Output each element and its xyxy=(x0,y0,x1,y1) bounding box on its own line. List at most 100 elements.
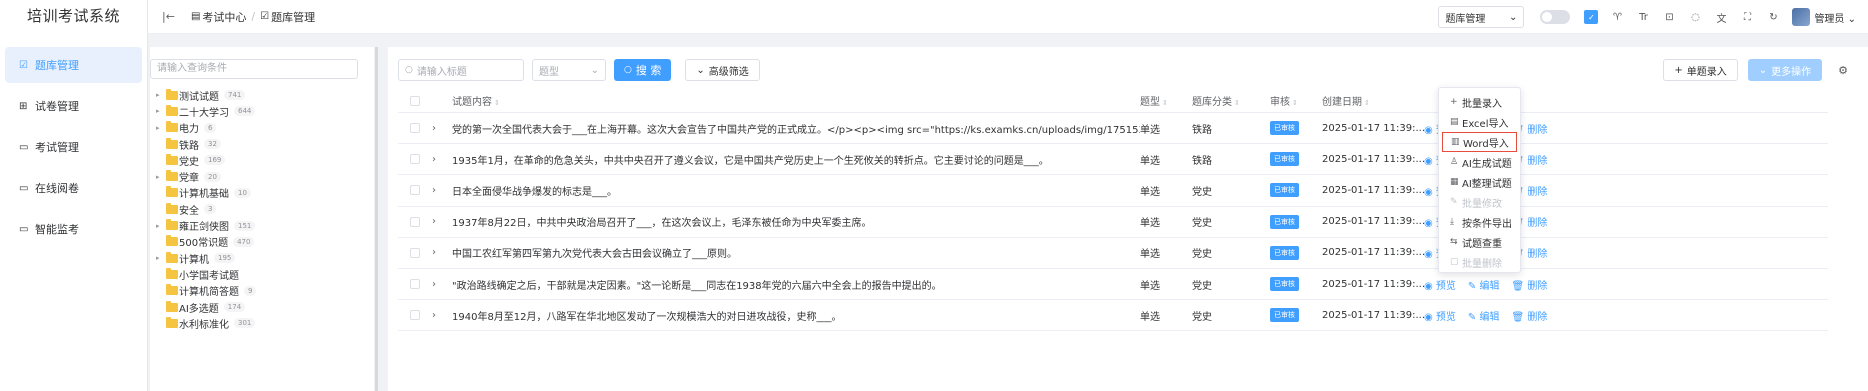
tree-node-label: 二十大学习 xyxy=(179,107,229,119)
row-audit-cell: 已审核 xyxy=(1270,245,1322,260)
tree-node[interactable]: 计算机基础 10 xyxy=(156,185,256,201)
table-row[interactable]: › "政治路线确定之后，干部就是决定因素。"这一论断是___同志在1938年党的六… xyxy=(398,269,1828,301)
expand-row-icon[interactable]: › xyxy=(432,154,452,165)
row-type: 单选 xyxy=(1140,280,1160,292)
row-checkbox[interactable] xyxy=(410,154,420,165)
table-row[interactable]: › 日本全面侵华战争爆发的标志是___。 单选 党史 已审核 2025-01-17 11:… xyxy=(398,175,1828,207)
sidebar-item-paper[interactable]: ⊞ 试卷管理 xyxy=(5,88,142,124)
tree-node[interactable]: ▸ 党章 20 xyxy=(156,168,256,184)
expand-row-icon[interactable]: › xyxy=(432,185,452,196)
row-checkbox[interactable] xyxy=(410,185,420,196)
caret-right-icon[interactable]: ▸ xyxy=(156,107,166,115)
row-checkbox[interactable] xyxy=(410,123,420,134)
dropdown-item[interactable]: ▦ AI整理试题 xyxy=(1442,172,1517,192)
collapse-sidebar-icon[interactable]: |← xyxy=(162,10,175,23)
tree-node[interactable]: AI多选题 174 xyxy=(156,299,256,315)
tree-node-label: 500常识题 xyxy=(179,238,229,250)
user-name[interactable]: 管理员 ⌄ xyxy=(1814,10,1856,25)
dropdown-item[interactable]: + 批量录入 xyxy=(1442,92,1517,112)
bell-icon[interactable]: ◌ xyxy=(1688,10,1702,24)
table-row[interactable]: › 1940年8月至12月，八路军在华北地区发动了一次规模浩大的对日进攻战役，史称… xyxy=(398,300,1828,332)
tree-node[interactable]: 党史 169 xyxy=(156,152,256,168)
preview-button[interactable]: ◉ 预览 xyxy=(1424,308,1462,323)
tree-node[interactable]: 安全 3 xyxy=(156,201,256,217)
expand-row-icon[interactable]: › xyxy=(432,279,452,290)
row-checkbox[interactable] xyxy=(410,310,420,321)
tree-node-count: 741 xyxy=(224,90,246,101)
row-checkbox[interactable] xyxy=(410,247,420,258)
row-checkbox[interactable] xyxy=(410,216,420,227)
expand-row-icon[interactable]: › xyxy=(432,310,452,321)
select-all-checkbox[interactable] xyxy=(410,95,420,106)
breadcrumb-item[interactable]: 考试中心 xyxy=(202,9,246,25)
sidebar-item-proctor[interactable]: ▭ 智能监考 xyxy=(5,211,142,247)
tree-node[interactable]: 水利标准化 301 xyxy=(156,315,256,331)
more-actions-button[interactable]: ⌄ 更多操作 xyxy=(1747,59,1823,81)
row-date: 2025-01-17 11:39:... xyxy=(1322,278,1424,290)
tree-node[interactable]: ▸ 电力 6 xyxy=(156,120,256,136)
fullscreen-icon[interactable]: ⛶ xyxy=(1740,10,1754,24)
refresh-icon[interactable]: ↻ xyxy=(1766,10,1780,24)
preview-button[interactable]: ◉ 预览 xyxy=(1424,277,1462,292)
tree-node[interactable]: 小学国考试题 xyxy=(156,266,256,282)
caret-right-icon[interactable]: ▸ xyxy=(156,124,166,132)
expand-row-icon[interactable]: › xyxy=(432,216,452,227)
table-row[interactable]: › 中国工农红军第四军第九次党代表大会古田会议确立了___原则。 单选 党史 已审核 20… xyxy=(398,238,1828,269)
ai-doc-icon: ▦ xyxy=(1450,177,1459,187)
avatar[interactable] xyxy=(1792,8,1811,26)
row-category: 党史 xyxy=(1192,218,1212,230)
table-row[interactable]: › 党的第一次全国代表大会于___在上海开幕。这次大会宣告了中国共产党的正式成立。… xyxy=(398,113,1828,145)
sidebar-item-grading[interactable]: ▭ 在线阅卷 xyxy=(5,170,142,206)
module-select[interactable]: 题库管理 ⌄ xyxy=(1438,6,1525,28)
expand-row-icon[interactable]: › xyxy=(432,247,452,258)
status-badge: 已审核 xyxy=(1270,152,1299,167)
caret-right-icon[interactable]: ▸ xyxy=(156,222,166,230)
lock-icon[interactable]: ⊡ xyxy=(1662,10,1676,24)
tree-node[interactable]: 计算机简答题 9 xyxy=(156,283,257,299)
theme-toggle[interactable] xyxy=(1540,10,1571,24)
advanced-filter-button[interactable]: ⌄ 高级筛选 xyxy=(685,59,760,81)
sidebar-item-question-bank[interactable]: ☑ 题库管理 xyxy=(5,47,142,83)
row-checkbox[interactable] xyxy=(410,279,420,290)
row-type: 单选 xyxy=(1140,311,1160,323)
caret-right-icon[interactable]: ▸ xyxy=(156,91,166,99)
edit-button[interactable]: ✎ 编辑 xyxy=(1468,277,1506,292)
single-entry-button[interactable]: + 单题录入 xyxy=(1663,59,1738,81)
sort-icon: ⇕ xyxy=(1234,99,1240,107)
shirt-icon[interactable]: ♈ xyxy=(1610,10,1624,24)
tree-node[interactable]: ▸ 计算机 195 xyxy=(156,250,256,266)
delete-button[interactable]: 🗑 删除 xyxy=(1511,308,1553,323)
header-date[interactable]: 创建日期 ⇕ xyxy=(1322,93,1424,108)
header-type[interactable]: 题型 ⇕ xyxy=(1140,93,1192,108)
tree-node[interactable]: ▸ 测试试题 741 xyxy=(156,87,256,103)
chevron-down-icon: ⌄ xyxy=(1509,11,1518,23)
header-content[interactable]: 试题内容 ⇕ xyxy=(452,93,1140,108)
dropdown-item[interactable]: ⇆ 试题查重 xyxy=(1442,232,1517,252)
tree-search-input[interactable]: 请输入查询条件 xyxy=(150,59,358,79)
delete-button[interactable]: 🗑 删除 xyxy=(1511,277,1553,292)
gear-icon[interactable]: ⚙ xyxy=(1838,64,1848,77)
dropdown-item[interactable]: ⤓ 按条件导出 xyxy=(1442,212,1517,232)
table-row[interactable]: › 1937年8月22日，中共中央政治局召开了___，在这次会议上，毛泽东被任命为… xyxy=(398,207,1828,238)
tree-node[interactable]: ▸ 雍正剑侠图 151 xyxy=(156,217,256,233)
edit-button[interactable]: ✎ 编辑 xyxy=(1468,308,1506,323)
search-button[interactable]: ○ 搜 索 xyxy=(614,59,672,81)
header-audit[interactable]: 审核 ⇕ xyxy=(1270,93,1322,108)
title-search-input[interactable]: ○ 请输入标题 xyxy=(398,59,524,81)
checkbox-icon[interactable]: ✓ xyxy=(1584,10,1599,24)
font-size-icon[interactable]: Tr xyxy=(1636,10,1650,24)
header-category[interactable]: 题库分类 ⇕ xyxy=(1192,93,1270,108)
dropdown-item[interactable]: ▥ Word导入 xyxy=(1442,132,1517,152)
caret-right-icon[interactable]: ▸ xyxy=(156,173,166,181)
tree-node[interactable]: 铁路 32 xyxy=(156,136,256,152)
type-select[interactable]: 题型 ⌄ xyxy=(532,59,606,81)
sidebar-item-exam[interactable]: ▭ 考试管理 xyxy=(5,129,142,165)
table-row[interactable]: › 1935年1月，在革命的危急关头，中共中央召开了遵义会议，它是中国共产党历史上… xyxy=(398,144,1828,176)
dropdown-item[interactable]: ♙ AI生成试题 xyxy=(1442,152,1517,172)
caret-right-icon[interactable]: ▸ xyxy=(156,254,166,262)
tree-node[interactable]: ▸ 二十大学习 644 xyxy=(156,103,256,119)
tree-node[interactable]: 500常识题 470 xyxy=(156,234,256,250)
translate-icon[interactable]: 文 xyxy=(1714,10,1728,25)
dropdown-item[interactable]: ▤ Excel导入 xyxy=(1442,112,1517,132)
expand-row-icon[interactable]: › xyxy=(432,123,452,134)
